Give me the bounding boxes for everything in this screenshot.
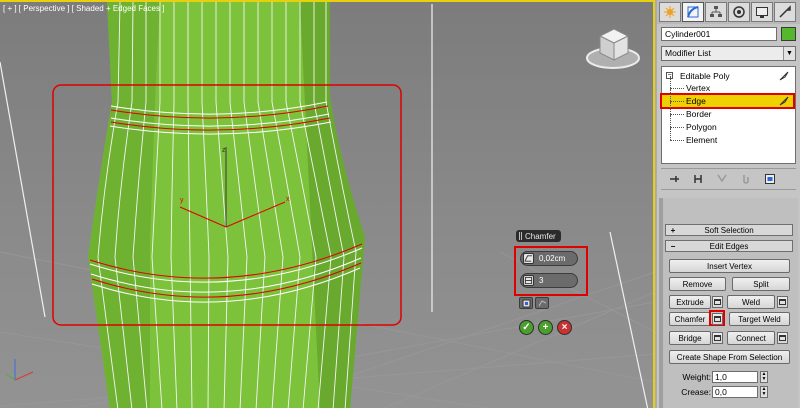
chamfer-segments-field[interactable]: 3 (520, 273, 578, 288)
connect-button[interactable]: Connect (727, 331, 775, 345)
show-end-result-icon[interactable] (691, 172, 705, 186)
grip-icon (519, 232, 522, 240)
stack-item-label: Edge (686, 96, 706, 106)
stack-item-element[interactable]: Element (662, 128, 793, 146)
object-name-input[interactable]: Cylinder001 (661, 27, 777, 41)
pin-stack-icon[interactable] (667, 172, 681, 186)
wand-icon (779, 96, 789, 106)
command-panel-tabs (657, 0, 800, 24)
connect-settings-button[interactable] (777, 332, 788, 344)
chamfer-amount-icon (523, 253, 534, 264)
weld-settings-button[interactable] (777, 296, 788, 308)
bridge-settings-button[interactable] (712, 332, 723, 344)
weight-input[interactable]: 1,0 (712, 371, 758, 383)
edit-edges-rollout[interactable]: − Edit Edges (665, 240, 793, 252)
x-icon[interactable]: × (557, 320, 572, 335)
weight-label: Weight: (682, 372, 711, 382)
check-icon[interactable]: ✓ (519, 320, 534, 335)
construction-line (0, 61, 46, 318)
svg-text:y: y (180, 197, 184, 204)
stack-item-vertex[interactable]: Vertex (662, 76, 793, 94)
weld-button[interactable]: Weld (727, 295, 775, 309)
settings-window-icon (714, 335, 721, 341)
make-unique-icon[interactable] (715, 172, 729, 186)
caddy-title-bar[interactable]: Chamfer (516, 230, 561, 242)
stack-toolbar (661, 168, 796, 190)
collapse-icon: − (670, 241, 676, 251)
modifier-stack[interactable]: − Editable Poly Vertex Edge Border Polyg… (660, 66, 796, 164)
stack-item-editable-poly[interactable]: − Editable Poly (662, 70, 793, 82)
quad-chamfer-icon[interactable] (535, 297, 549, 309)
viewport-scene[interactable]: z y x (0, 2, 655, 408)
chamfer-segments-value: 3 (539, 276, 544, 285)
soft-selection-rollout[interactable]: + Soft Selection (665, 224, 793, 236)
target-weld-button[interactable]: Target Weld (729, 312, 790, 326)
stack-item-label: Polygon (686, 122, 717, 132)
utilities-tab-icon[interactable] (774, 2, 796, 22)
remove-modifier-icon[interactable] (739, 172, 753, 186)
settings-window-icon (779, 335, 786, 341)
construction-line (609, 231, 649, 408)
chamfer-button[interactable]: Chamfer (669, 312, 711, 326)
stack-item-label: Vertex (686, 83, 711, 93)
stack-item-label: Element (686, 135, 718, 145)
remove-button[interactable]: Remove (669, 277, 726, 291)
hierarchy-tab-icon[interactable] (705, 2, 727, 22)
viewcube-icon[interactable] (586, 28, 640, 69)
segments-icon (523, 275, 534, 286)
object-color-swatch[interactable] (781, 27, 796, 41)
rollout-title: Edit Edges (709, 241, 749, 251)
axis-tripod-icon (5, 359, 34, 381)
display-tab-icon[interactable] (751, 2, 773, 22)
chevron-down-icon[interactable]: ▼ (783, 47, 795, 60)
settings-window-icon (714, 316, 721, 322)
svg-text:x: x (286, 196, 290, 203)
settings-window-icon (779, 299, 786, 305)
chamfer-caddy[interactable]: Chamfer 0,02cm 3 ✓ + × (514, 230, 588, 335)
stack-item-polygon[interactable]: Polygon (662, 115, 793, 133)
scrollbar[interactable] (659, 198, 663, 408)
chamfer-amount-field[interactable]: 0,02cm (520, 251, 578, 266)
insert-vertex-button[interactable]: Insert Vertex (669, 259, 790, 273)
extrude-button[interactable]: Extrude (669, 295, 711, 309)
wand-icon (779, 71, 789, 81)
split-button[interactable]: Split (732, 277, 790, 291)
expand-icon: + (670, 225, 676, 235)
caddy-actions: ✓ + × (519, 320, 572, 335)
modify-tab-icon[interactable] (682, 2, 704, 22)
crease-label: Crease: (681, 387, 711, 397)
crease-input[interactable]: 0,0 (712, 386, 758, 398)
motion-tab-icon[interactable] (728, 2, 750, 22)
modifier-list-dropdown[interactable]: Modifier List ▼ (661, 46, 796, 61)
stack-item-label: Border (686, 109, 712, 119)
rollout-title: Soft Selection (704, 225, 754, 235)
create-tab-icon[interactable] (659, 2, 681, 22)
svg-text:z: z (222, 147, 226, 154)
plus-icon[interactable]: + (538, 320, 553, 335)
extrude-settings-button[interactable] (712, 296, 723, 308)
viewport-label[interactable]: [ + ] [ Perspective ] [ Shaded + Edged F… (3, 4, 164, 13)
perspective-viewport[interactable]: z y x [ + ] [ Perspective ] [ Shaded + E… (0, 0, 655, 408)
command-panel: Cylinder001 Modifier List ▼ − Editable P… (657, 0, 800, 408)
chamfer-settings-button[interactable] (712, 313, 723, 325)
open-chamfer-icon[interactable] (519, 297, 533, 309)
caddy-options (519, 297, 549, 309)
cylinder-mesh[interactable]: z y x (88, 2, 365, 408)
caddy-title: Chamfer (525, 231, 556, 241)
stack-item-border[interactable]: Border (662, 102, 793, 120)
create-shape-button[interactable]: Create Shape From Selection (669, 350, 790, 364)
configure-sets-icon[interactable] (763, 172, 777, 186)
modifier-list-label: Modifier List (665, 48, 711, 58)
settings-window-icon (714, 299, 721, 305)
bridge-button[interactable]: Bridge (669, 331, 711, 345)
stack-item-edge[interactable]: Edge (660, 89, 795, 109)
stack-item-label: Editable Poly (680, 71, 730, 81)
chamfer-amount-value: 0,02cm (539, 254, 566, 263)
crease-spinner[interactable]: ▲ ▼ (760, 386, 768, 398)
weight-spinner[interactable]: ▲ ▼ (760, 371, 768, 383)
